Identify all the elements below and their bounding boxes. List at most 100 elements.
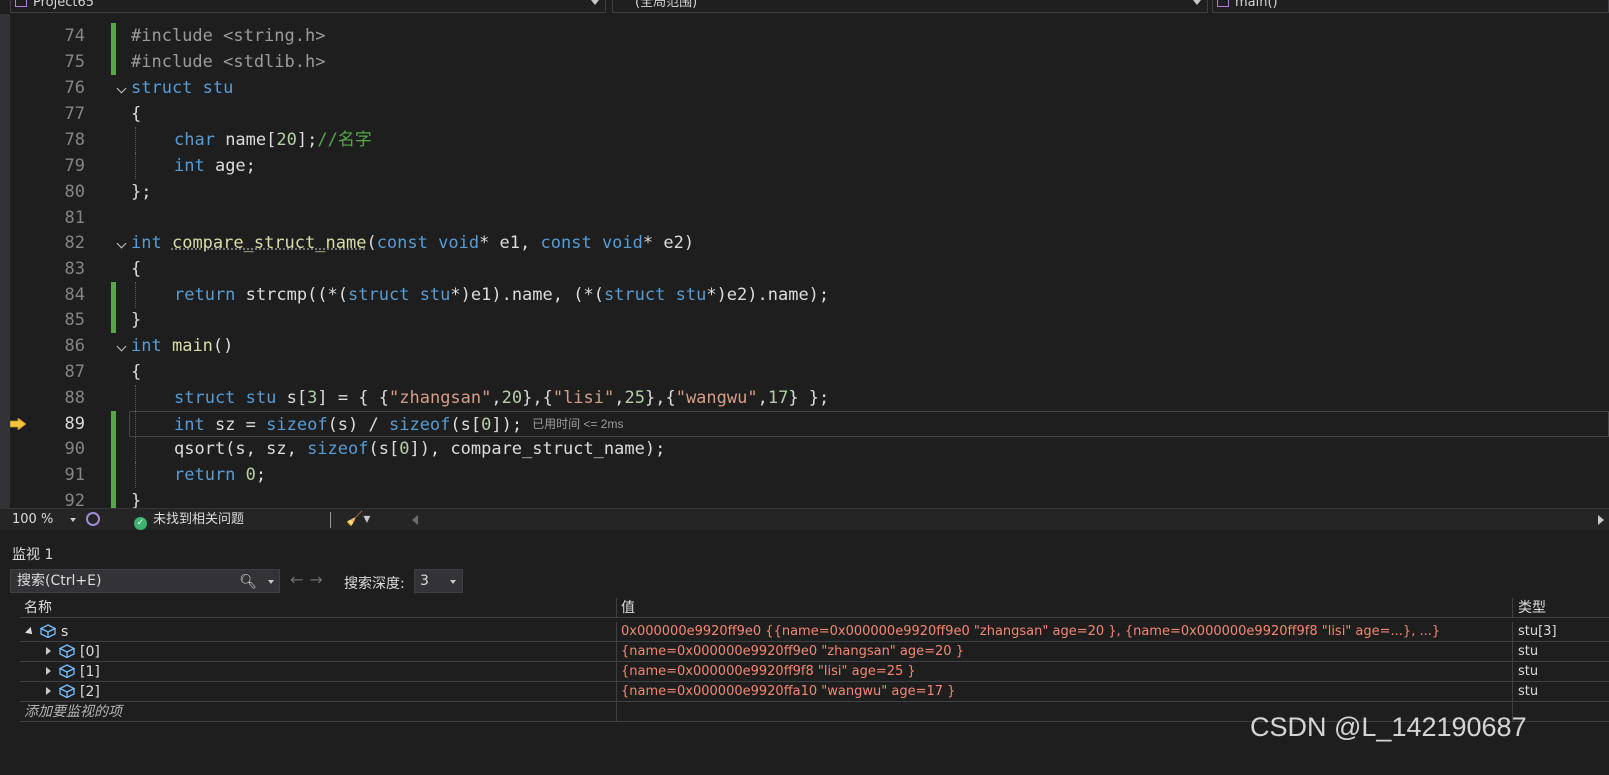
search-depth-dropdown[interactable]: 3 (414, 569, 463, 593)
zoom-dropdown[interactable]: 100 % (8, 511, 80, 529)
search-icon[interactable]: 🔍︎ (239, 571, 257, 593)
watch-row[interactable]: [2] {name=0x000000e9920ffa10 "wangwu" ag… (20, 682, 1609, 702)
code-text: qsort(s, sz, sizeof(s[0]), compare_struc… (174, 439, 666, 459)
line-number: 77 (64, 104, 85, 124)
line-number: 75 (64, 52, 85, 72)
indent-guide (135, 436, 136, 462)
watch-row-type: stu[3] (1518, 624, 1557, 639)
code-line: 81 (0, 205, 1609, 231)
forward-arrow-icon[interactable]: → (309, 570, 328, 589)
code-text: return 0; (174, 465, 267, 485)
member-label: main() (1235, 0, 1278, 10)
collapsed-triangle-icon[interactable] (46, 647, 51, 655)
collapse-chevron-icon[interactable] (116, 238, 127, 249)
column-header-name[interactable]: 名称 (20, 598, 617, 618)
variable-cube-icon (59, 664, 75, 678)
indent-guide (135, 411, 136, 437)
line-number: 86 (64, 336, 85, 356)
scroll-right-arrow-icon[interactable] (1598, 515, 1604, 525)
add-watch-placeholder[interactable]: 添加要监视的项 (20, 702, 617, 722)
expand-triangle-icon[interactable] (25, 627, 35, 637)
code-text: { (131, 259, 142, 279)
line-number: 79 (64, 156, 85, 176)
watch-row-value[interactable]: 0x000000e9920ff9e0 {{name=0x000000e9920f… (617, 622, 1513, 642)
indent-guide (135, 153, 136, 179)
line-number: 85 (64, 310, 85, 330)
variable-cube-icon (40, 624, 56, 638)
code-editor[interactable]: 74 #include <string.h> 75 #include <stdl… (0, 14, 1609, 522)
watch-row-value[interactable]: {name=0x000000e9920ff9e0 "zhangsan" age=… (617, 642, 1513, 662)
code-text: #include <string.h> (131, 26, 326, 46)
issues-indicator[interactable]: ✓ 未找到相关问题 (134, 511, 244, 530)
watch-panel-title: 监视 1 (12, 547, 54, 563)
column-header-type[interactable]: 类型 (1514, 598, 1609, 618)
watch-search-input[interactable]: 搜索(Ctrl+E) 🔍︎ (10, 569, 280, 593)
chevron-down-icon[interactable] (268, 580, 274, 584)
grid-header: 名称 值 类型 (20, 598, 1609, 618)
change-bar (111, 282, 116, 308)
line-number: 81 (64, 208, 85, 228)
line-number: 90 (64, 439, 85, 459)
collapsed-triangle-icon[interactable] (46, 667, 51, 675)
line-number: 82 (64, 233, 85, 253)
var-name: [2] (80, 684, 100, 700)
check-circle-icon: ✓ (134, 517, 147, 530)
code-line: 85 } (0, 307, 1609, 333)
code-line: 86 int main() (0, 333, 1609, 359)
code-text: int sz = sizeof(s) / sizeof(s[0]); 已用时间 <… (174, 415, 624, 435)
code-text: return strcmp((*(struct stu*)e1).name, (… (174, 285, 830, 305)
member-dropdown[interactable]: main() (1212, 0, 1609, 13)
code-line: 76 struct stu (0, 75, 1609, 101)
zoom-label: 100 % (12, 512, 54, 527)
code-text: int compare_struct_name(const void* e1, … (131, 233, 695, 253)
collapsed-triangle-icon[interactable] (46, 687, 51, 695)
back-arrow-icon[interactable]: ← (290, 570, 309, 589)
column-header-value[interactable]: 值 (617, 598, 1513, 618)
code-line: 90 qsort(s, sz, sizeof(s[0]), compare_st… (0, 436, 1609, 462)
var-name: [0] (80, 644, 100, 660)
divider (330, 512, 331, 528)
code-line: 75 #include <stdlib.h> (0, 49, 1609, 75)
indent-guide (135, 385, 136, 411)
current-code-line: 89 int sz = sizeof(s) / sizeof(s[0]); 已用时… (0, 411, 1609, 437)
watch-row-name: s (20, 622, 617, 642)
chevron-down-icon (450, 580, 456, 584)
watch-row-value[interactable]: {name=0x000000e9920ff9f8 "lisi" age=25 } (617, 662, 1513, 682)
line-number: 91 (64, 465, 85, 485)
watch-row[interactable]: s 0x000000e9920ff9e0 {{name=0x000000e992… (20, 622, 1609, 642)
scope-dropdown[interactable]: (全局范围) (612, 0, 1208, 13)
code-cleanup-brush-icon[interactable]: 🧹▾ (346, 511, 370, 527)
change-bar (111, 462, 116, 488)
code-text: { (131, 362, 142, 382)
collapse-chevron-icon[interactable] (116, 83, 127, 94)
copilot-icon[interactable] (86, 512, 100, 526)
code-line: 80 }; (0, 179, 1609, 205)
line-number: 84 (64, 285, 85, 305)
search-navigation: ←→ (290, 570, 329, 589)
code-line: 87 { (0, 359, 1609, 385)
scroll-left-arrow-icon[interactable] (412, 515, 418, 525)
code-text: char name[20];//名字 (174, 130, 372, 150)
watch-row-type: stu (1518, 684, 1539, 699)
watch-row-name: [2] (20, 682, 617, 702)
elapsed-time-hint: 已用时间 <= 2ms (532, 417, 624, 431)
watch-row-value[interactable]: {name=0x000000e9920ffa10 "wangwu" age=17… (617, 682, 1513, 702)
var-name: s (61, 624, 69, 640)
code-line: 83 { (0, 256, 1609, 282)
line-number: 89 (64, 414, 85, 434)
code-line: 84 return strcmp((*(struct stu*)e1).name… (0, 282, 1609, 308)
project-dropdown[interactable]: Project65 (10, 0, 606, 13)
line-number: 88 (64, 388, 85, 408)
execution-arrow-icon (10, 418, 26, 430)
csdn-watermark: CSDN @L_142190687 (1250, 712, 1527, 742)
watch-row[interactable]: [0] {name=0x000000e9920ff9e0 "zhangsan" … (20, 642, 1609, 662)
search-placeholder: 搜索(Ctrl+E) (17, 573, 102, 589)
line-number: 74 (64, 26, 85, 46)
watch-row[interactable]: [1] {name=0x000000e9920ff9f8 "lisi" age=… (20, 662, 1609, 682)
watch-row-type: stu (1518, 664, 1539, 679)
code-text: struct stu (131, 78, 234, 98)
collapse-chevron-icon[interactable] (116, 341, 127, 352)
scope-label: (全局范围) (635, 0, 698, 10)
code-line: 79 int age; (0, 153, 1609, 179)
project-icon (15, 0, 27, 7)
